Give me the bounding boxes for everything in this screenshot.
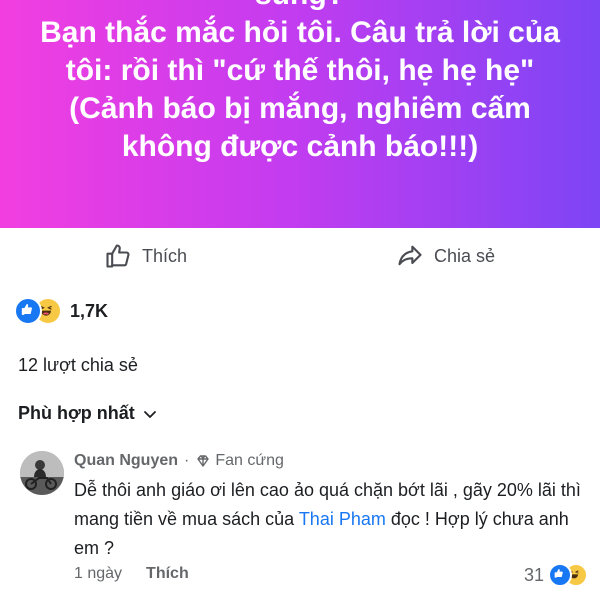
comment-like-button[interactable]: Thích [146,565,189,583]
chevron-down-icon [143,410,156,418]
banner-line: không được cảnh báo!!!) [121,130,479,163]
avatar[interactable] [20,451,64,495]
comment-sort-dropdown[interactable]: Phù hợp nhất [18,403,157,424]
share-arrow-icon [398,245,422,266]
thumbs-up-outline-icon [106,244,130,268]
like-reaction-icon [548,563,572,587]
like-button[interactable]: Thích [104,240,187,272]
mention-link[interactable]: Thai Pham [299,509,386,529]
comment-time[interactable]: 1 ngày [74,565,122,583]
sort-label: Phù hợp nhất [18,403,135,423]
banner-text: sung? Bạn thắc mắc hỏi tôi. Câu trả lời … [0,0,600,166]
share-label: Chia sẻ [434,245,496,266]
share-button[interactable]: Chia sẻ [396,240,495,272]
comment-header: Quan Nguyen · Fan cứng [74,452,284,470]
comment-reaction-count: 31 [523,564,544,585]
post-action-bar: Thích Chia sẻ [0,228,600,286]
comment-footer: 1 ngày Thích [74,565,189,583]
banner-line: (Cảnh báo bị mắng, nghiêm cấm [69,92,531,125]
share-count[interactable]: 12 lượt chia sẻ [18,355,138,376]
like-reaction-icon [14,297,42,325]
banner-line: tôi: rồi thì "cứ thế thôi, hẹ hẹ hẹ" [65,54,535,87]
fan-badge: Fan cứng [215,452,284,469]
reaction-count: 1,7K [70,300,109,321]
reaction-summary[interactable]: 1,7K [14,296,108,326]
post-banner: sung? Bạn thắc mắc hỏi tôi. Câu trả lời … [0,0,600,228]
comment-reactions[interactable]: 31 [524,563,588,587]
separator-dot: · [184,452,190,469]
banner-line: Bạn thắc mắc hỏi tôi. Câu trả lời của [40,16,560,49]
comment-author[interactable]: Quan Nguyen [74,452,178,470]
comment-text: Dễ thôi anh giáo ơi lên cao ảo quá chặn … [74,476,584,563]
banner-line: sung? [0,0,600,14]
like-label: Thích [142,245,188,266]
diamond-icon [197,455,210,467]
